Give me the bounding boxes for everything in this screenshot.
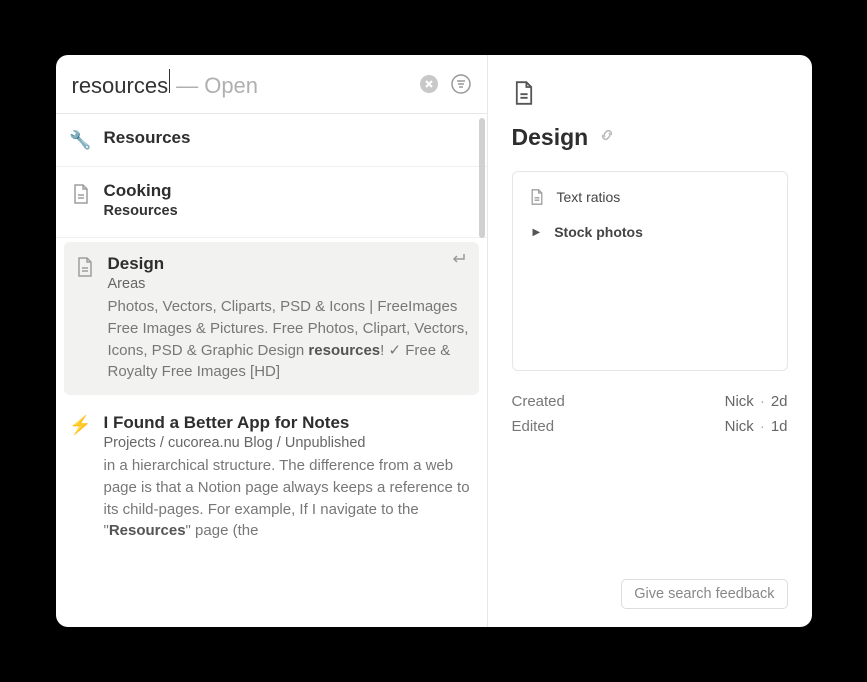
meta-label: Created (512, 393, 565, 410)
page-icon (74, 256, 96, 278)
result-title: Resources (104, 128, 471, 148)
result-title: I Found a Better App for Notes (104, 413, 471, 433)
preview-subpage-label: Text ratios (557, 189, 621, 205)
page-icon (70, 183, 92, 205)
meta-by: Nick (725, 393, 754, 410)
filter-icon[interactable] (451, 74, 471, 94)
meta-by: Nick (725, 418, 754, 435)
feedback-button[interactable]: Give search feedback (621, 579, 787, 609)
search-window: resources — Open 🔧 Resources (56, 55, 812, 627)
search-left-panel: resources — Open 🔧 Resources (56, 55, 488, 627)
triangle-icon: ▶ (533, 227, 541, 238)
meta-when: 2d (771, 393, 788, 410)
search-hint: — Open (176, 73, 258, 99)
bolt-icon: ⚡ (70, 415, 92, 437)
result-title: Cooking (104, 181, 471, 201)
search-result-selected[interactable]: Design Areas Photos, Vectors, Cliparts, … (64, 242, 479, 395)
result-subtitle: Projects / cucorea.nu Blog / Unpublished (104, 435, 471, 451)
wrench-icon: 🔧 (70, 130, 92, 152)
result-subtitle: Resources (104, 203, 471, 219)
clear-search-icon[interactable] (419, 74, 439, 94)
search-result[interactable]: ⚡ I Found a Better App for Notes Project… (56, 399, 487, 556)
text-cursor (169, 69, 170, 93)
meta-label: Edited (512, 418, 555, 435)
search-result[interactable]: Cooking Resources (56, 167, 487, 238)
preview-panel: Design Text ratios ▶ Stock photos Create… (488, 55, 812, 627)
meta-created: Created Nick·2d (512, 393, 788, 410)
preview-content: Text ratios ▶ Stock photos (512, 171, 788, 371)
preview-toggle[interactable]: ▶ Stock photos (529, 224, 771, 240)
result-snippet: Photos, Vectors, Cliparts, PSD & Icons |… (108, 296, 469, 383)
search-header: resources — Open (56, 55, 487, 114)
meta-edited: Edited Nick·1d (512, 418, 788, 435)
preview-title: Design (512, 124, 589, 151)
search-results: 🔧 Resources Cooking Resources (56, 114, 487, 627)
meta-when: 1d (771, 418, 788, 435)
preview-toggle-label: Stock photos (554, 224, 643, 240)
result-subtitle: Areas (108, 276, 469, 292)
result-snippet: in a hierarchical structure. The differe… (104, 455, 471, 542)
search-input[interactable]: resources — Open (72, 69, 419, 99)
preview-subpage[interactable]: Text ratios (529, 188, 771, 206)
scrollbar[interactable] (479, 118, 485, 238)
search-result[interactable]: 🔧 Resources (56, 114, 487, 167)
page-icon (512, 79, 788, 112)
search-query-text: resources (72, 73, 169, 99)
result-title: Design (108, 254, 469, 274)
enter-icon (451, 252, 467, 271)
link-icon[interactable] (598, 126, 616, 149)
